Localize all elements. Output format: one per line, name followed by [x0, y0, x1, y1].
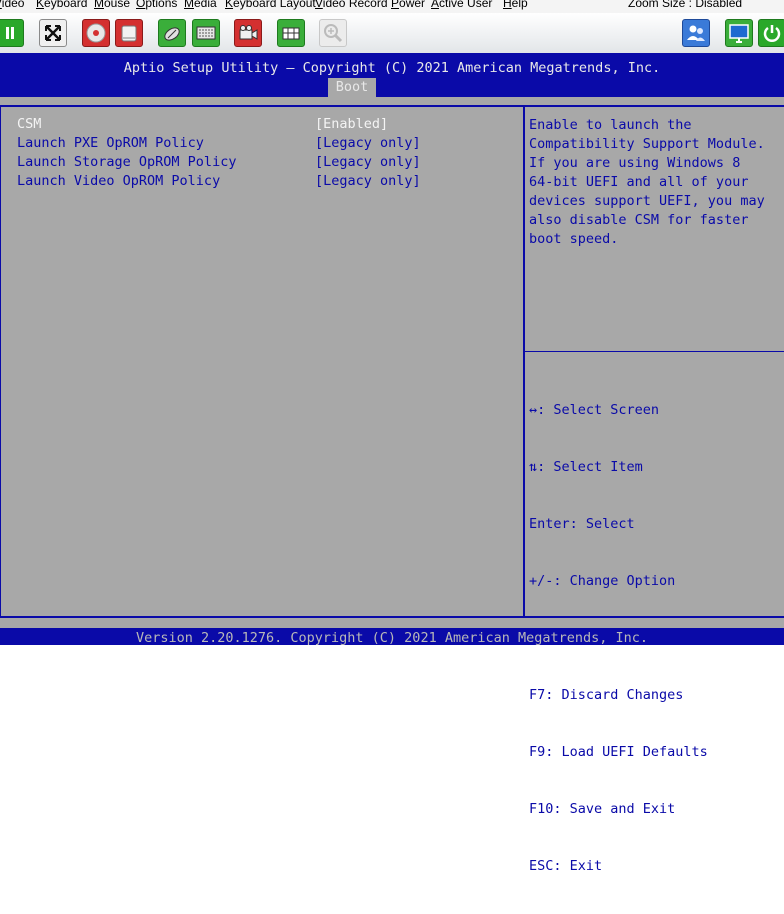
hotkeys-button[interactable]: [277, 19, 305, 47]
monitor-button[interactable]: [725, 19, 753, 47]
setting-label: Launch Storage OpROM Policy: [17, 154, 237, 170]
keyboard-button[interactable]: [192, 19, 220, 47]
active-users-button[interactable]: [682, 19, 710, 47]
active-users-icon: [687, 25, 705, 41]
panel-divider: [523, 105, 525, 618]
pause-icon: [6, 27, 14, 39]
key-enter-select: Enter: Select: [529, 516, 635, 532]
setting-launch-pxe-oprom-policy[interactable]: Launch PXE OpROM Policy [Legacy only]: [17, 134, 517, 153]
help-divider: [525, 351, 784, 352]
menu-video-record[interactable]: Video Record: [315, 0, 388, 9]
hotkeys-icon: [282, 27, 300, 40]
cd-icon: [86, 23, 106, 43]
key-select-item: ⇅: Select Item: [529, 459, 643, 475]
menu-power[interactable]: Power: [391, 0, 425, 9]
zoom-size-status: Zoom Size : Disabled: [628, 0, 743, 10]
setting-csm[interactable]: CSM [Enabled]: [17, 115, 517, 134]
setting-label: Launch PXE OpROM Policy: [17, 135, 204, 151]
video-record-button[interactable]: [234, 19, 262, 47]
mouse-button[interactable]: [158, 19, 186, 47]
menu-keyboard[interactable]: Keyboard: [36, 0, 87, 9]
menu-active-user[interactable]: Active User: [431, 0, 492, 9]
power-button[interactable]: [758, 19, 784, 47]
setting-value[interactable]: [Legacy only]: [315, 172, 421, 191]
key-exit: ESC: Exit: [529, 858, 603, 874]
setting-value[interactable]: [Legacy only]: [315, 134, 421, 153]
fullscreen-button[interactable]: [39, 19, 67, 47]
setting-launch-storage-oprom-policy[interactable]: Launch Storage OpROM Policy [Legacy only…: [17, 153, 517, 172]
keyboard-icon: [196, 26, 216, 40]
floppy-button[interactable]: [115, 19, 143, 47]
tab-boot[interactable]: Boot: [328, 78, 376, 97]
cd-button[interactable]: [82, 19, 110, 47]
key-discard-changes: F7: Discard Changes: [529, 687, 684, 703]
video-record-icon: [239, 25, 258, 40]
floppy-icon: [121, 25, 137, 42]
menu-media[interactable]: Media: [184, 0, 217, 9]
bios-title: Aptio Setup Utility – Copyright (C) 2021…: [123, 60, 661, 76]
menu-video[interactable]: Video: [0, 0, 24, 9]
zoom-icon: [324, 24, 343, 43]
key-change-option: +/-: Change Option: [529, 573, 676, 589]
bios-footer: Version 2.20.1276. Copyright (C) 2021 Am…: [0, 628, 784, 646]
menu-keyboard-layout[interactable]: Keyboard Layout: [225, 0, 316, 9]
mouse-icon: [164, 27, 180, 41]
setting-label: Launch Video OpROM Policy: [17, 173, 221, 189]
setting-value[interactable]: [Enabled]: [315, 115, 388, 134]
power-icon: [763, 25, 781, 42]
pause-button[interactable]: [0, 19, 24, 47]
menu-help[interactable]: Help: [503, 0, 528, 9]
fullscreen-icon: [45, 25, 61, 41]
menu-options[interactable]: Options: [136, 0, 177, 9]
key-select-screen: ↔: Select Screen: [529, 402, 660, 418]
bios-screen: Aptio Setup Utility – Copyright (C) 2021…: [0, 53, 784, 874]
monitor-icon: [729, 24, 749, 43]
toolbar: [0, 13, 784, 54]
setting-launch-video-oprom-policy[interactable]: Launch Video OpROM Policy [Legacy only]: [17, 172, 517, 191]
zoom-button[interactable]: [319, 19, 347, 47]
menubar: Video Keyboard Mouse Options Media Keybo…: [0, 0, 784, 13]
key-save-and-exit: F10: Save and Exit: [529, 801, 676, 817]
bios-header: Aptio Setup Utility – Copyright (C) 2021…: [0, 53, 784, 97]
setting-label: CSM: [17, 116, 42, 132]
setting-value[interactable]: [Legacy only]: [315, 153, 421, 172]
key-load-uefi-defaults: F9: Load UEFI Defaults: [529, 744, 708, 760]
help-text: Enable to launch the Compatibility Suppo…: [529, 117, 765, 247]
menu-mouse[interactable]: Mouse: [94, 0, 130, 9]
